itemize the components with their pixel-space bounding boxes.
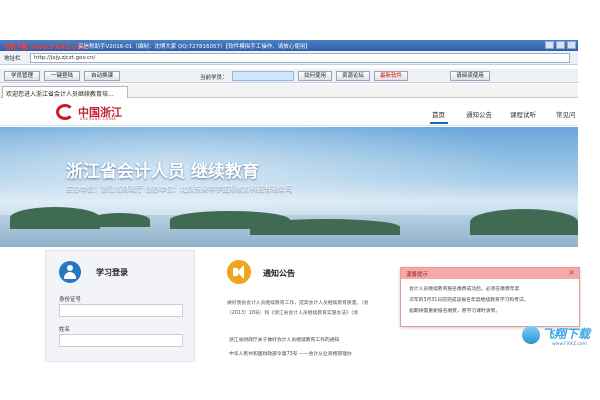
window-controls [545,41,576,49]
login-panel: 学习登录 身份证号 姓名 [45,250,195,362]
id-number-label: 身份证号 [59,297,82,303]
download-site-logo: 飞翔下载 www.FXXZ.com [2,43,88,51]
reminder-popup: 温馨提示 × 会计人员继续教育报名缴费成功后，必须在缴费年度 次年的3月31日前… [400,267,580,327]
nav-home[interactable]: 首页 [432,109,445,119]
nav-faq[interactable]: 常见问 [556,109,576,119]
brand-english: ZHEJIANG CHINA [80,117,117,121]
address-label: 地址栏 [4,56,21,62]
speaker-icon [227,260,251,284]
close-icon[interactable]: × [568,268,575,277]
how-to-use-button[interactable]: 如何使用 [298,71,332,81]
url-input[interactable]: http://jxjy.zjczt.gov.cn/ [30,53,570,63]
maximize-button[interactable] [556,41,565,49]
hero-banner: 浙江省会计人员 继续教育 主办单位：浙江省财政厅 协办单位：北京东奥华宇国际教育… [0,127,578,247]
login-title: 学习登录 [96,268,128,277]
current-student-field[interactable] [232,71,294,81]
one-click-login-button[interactable]: 一键登陆 [44,71,80,81]
notice-paragraph-line: 做好我省会计人员继续教育工作，提高会计人员继续教育质量，（浙 [227,301,369,306]
island-1 [10,207,100,229]
popup-line: 会计人员继续教育报名缴费成功后，必须在缴费年度 [409,287,520,292]
site-header: 中国浙江 ZHEJIANG CHINA 首页 通知公告 课程试听 常见问 [0,100,578,126]
watermark-logo: 飞翔下载 www.FXXZ.com [522,322,594,354]
popup-line: 次年的3月31日前完成该报名年度继续教育学习和考试， [409,298,529,303]
popup-header: 温馨提示 × [401,268,579,279]
auto-switch-course-button[interactable]: 自动换课 [84,71,120,81]
banner-title: 浙江省会计人员 继续教育 [66,162,259,182]
notice-section: 通知公告 做好我省会计人员继续教育工作，提高会计人员继续教育质量，（浙 〔201… [225,252,405,362]
latest-software-button[interactable]: 最新软件 [374,71,408,81]
nav-course-preview[interactable]: 课程试听 [510,109,536,119]
close-button[interactable] [567,41,576,49]
toolbar: 学员管理 一键登陆 自动换课 当前学员： 如何使用 资源论坛 最新软件 请阅读使… [0,69,578,83]
watermark-mark-icon [522,326,540,344]
notice-paragraph-line: 〔2013〕18号）和《浙江省会计人员继续教育实施办法》（浙 [227,311,359,316]
address-bar: 地址栏 http://jxjy.zjczt.gov.cn/ [0,51,578,65]
popup-line: 逾期将需重新报名缴费，原学习课时清零。 [409,309,501,314]
id-number-input[interactable] [59,304,183,317]
island-5 [470,209,578,235]
island-4 [250,219,400,235]
window-title: 买信税助手V2016-01（编制：沈博大家 QQ:727816057）【软件模拟… [78,44,311,50]
watermark-url: www.FXXZ.com [552,342,587,347]
nav-active-indicator [430,122,448,124]
minimize-button[interactable] [545,41,554,49]
current-student-label: 当前学员： [200,75,228,81]
student-manage-button[interactable]: 学员管理 [4,71,40,81]
notice-item[interactable]: 浙江省财政厅关于做好会计人员继续教育工作的通知 [229,336,404,343]
user-icon [59,261,81,283]
browser-tab-strip: 欢迎您进入浙江省会计人员继续教育培... [0,84,578,98]
read-instructions-button[interactable]: 请阅读使用 [450,71,490,81]
logo-ring-icon [56,104,74,120]
resource-forum-button[interactable]: 资源论坛 [336,71,370,81]
watermark-text: 飞翔下载 [542,327,591,341]
banner-subtitle: 主办单位：浙江省财政厅 协办单位：北京东奥华宇国际教育科技有限公司 [66,185,293,193]
nav-notices[interactable]: 通知公告 [466,109,492,119]
name-input[interactable] [59,334,183,347]
popup-title: 温馨提示 [406,272,429,278]
notice-item[interactable]: 中华人民共和国财政部令第73号 ——会计从业资格管理办 [229,350,404,357]
browser-tab[interactable]: 欢迎您进入浙江省会计人员继续教育培... [2,86,128,98]
window-titlebar: 飞翔下载 www.FXXZ.com 买信税助手V2016-01（编制：沈博大家 … [0,40,578,51]
island-2 [90,213,150,227]
name-label: 姓名 [59,327,71,333]
notice-title: 通知公告 [263,269,295,278]
